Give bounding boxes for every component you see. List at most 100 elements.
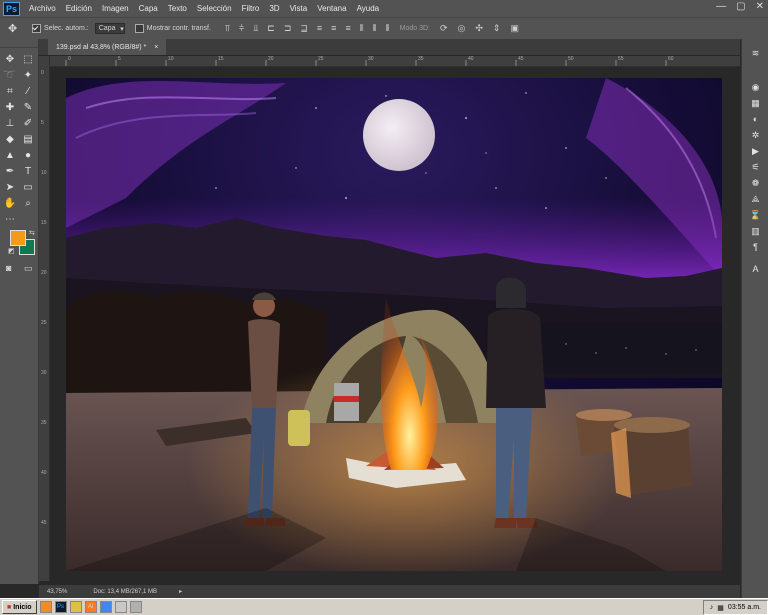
align-left-icon[interactable]: ⊏ [267,23,275,34]
document-tab[interactable]: 139.psd al 43,8% (RGB/8#) * × [48,39,167,55]
distribute-bottom-icon[interactable]: ≡ [345,23,350,34]
auto-select-checkbox[interactable] [32,24,41,33]
align-right-icon[interactable]: ⊒ [300,23,308,34]
color-icon[interactable]: ◉ [742,79,768,95]
ruler-h-label: 20 [268,56,274,62]
zoom-icon[interactable]: ⌕ [19,195,37,211]
gradient-icon[interactable]: ▤ [19,131,37,147]
horizontal-ruler[interactable]: 0 5 10 15 20 25 30 35 40 45 50 55 60 [50,56,740,67]
illustrator-icon[interactable]: Ai [84,601,97,613]
ruler-h-label: 5 [118,56,121,62]
ruler-h-label: 60 [668,56,674,62]
brave-icon[interactable] [39,601,52,613]
menu-seleccion[interactable]: Selección [192,4,237,13]
quick-mask-icon[interactable]: ◙ [6,263,11,273]
menu-edicion[interactable]: Edición [61,4,97,13]
paths-icon[interactable]: ⟁ [742,191,768,207]
channels-icon[interactable]: ❁ [742,175,768,191]
type-icon[interactable]: T [19,163,37,179]
slide-3d-icon[interactable]: ⇕ [493,23,501,34]
menu-ventana[interactable]: Ventana [312,4,351,13]
document-canvas[interactable] [66,78,722,571]
layers-icon[interactable]: ≋ [742,45,768,61]
healing-icon[interactable]: ✚ [1,99,19,115]
align-bottom-icon[interactable]: ⫫ [253,23,258,34]
status-menu-arrow-icon[interactable]: ▸ [179,588,182,595]
paragraph-icon[interactable]: ¶ [742,239,768,255]
align-vcenter-icon[interactable]: ⫩ [239,23,244,34]
ruler-h-label: 15 [218,56,224,62]
lasso-icon[interactable]: ➰ [1,67,19,83]
foreground-color-swatch[interactable] [10,230,26,246]
menu-vista[interactable]: Vista [285,4,313,13]
marquee-icon[interactable]: ⬚ [19,51,37,67]
explorer-icon[interactable] [69,601,82,613]
libraries-icon[interactable]: ▥ [742,223,768,239]
swap-colors-icon[interactable]: ⇆ [29,229,35,237]
pen-icon[interactable]: ✒ [1,163,19,179]
distribute-vcenter-icon[interactable]: ≡ [331,23,336,34]
eraser-icon[interactable]: ◆ [1,131,19,147]
show-transform-checkbox[interactable] [134,24,144,33]
properties-icon[interactable]: ⚟ [742,159,768,175]
styles-icon[interactable]: ✲ [742,127,768,143]
align-top-icon[interactable]: ⫪ [225,23,230,34]
history-icon[interactable]: ⌛ [742,207,768,223]
start-button[interactable]: ■ Inicio [2,600,37,614]
shape-icon[interactable]: ▭ [19,179,37,195]
history-brush-icon[interactable]: ✐ [19,115,37,131]
distribute-hcenter-icon[interactable]: ⦀ [373,23,377,34]
orbit-3d-icon[interactable]: ⟳ [440,23,448,34]
swatches-icon[interactable]: ▦ [742,95,768,111]
dodge-icon[interactable]: ● [19,147,37,163]
brush-icon[interactable]: ✎ [19,99,37,115]
hand-icon[interactable]: ✋ [1,195,19,211]
window-icon[interactable] [114,601,127,613]
minimize-button[interactable]: — [716,1,726,12]
move-tool-icon[interactable]: ✥ [8,23,22,35]
character-icon[interactable]: A [742,261,768,277]
eyedropper-icon[interactable]: ⁄ [19,83,37,99]
ruler-v-label: 15 [41,220,47,226]
speaker-icon[interactable]: ♪ [710,604,714,611]
move-icon[interactable]: ✥ [1,51,19,67]
menu-capa[interactable]: Capa [134,4,163,13]
menu-archivo[interactable]: Archivo [24,4,61,13]
menu-imagen[interactable]: Imagen [97,4,134,13]
chrome-icon[interactable] [99,601,112,613]
path-select-icon[interactable]: ➤ [1,179,19,195]
screen-mode-icon[interactable]: ▭ [24,263,33,274]
close-tab-icon[interactable]: × [154,44,158,51]
photoshop-taskbar-icon[interactable]: Ps [54,601,67,613]
menu-filtro[interactable]: Filtro [237,4,265,13]
window2-icon[interactable] [129,601,142,613]
close-button[interactable]: ✕ [756,1,764,12]
distribute-top-icon[interactable]: ≡ [317,23,322,34]
network-icon[interactable]: ▦ [717,604,724,612]
adjustments-icon[interactable]: ◐ [742,111,768,127]
distribute-right-icon[interactable]: ⦀ [386,23,390,34]
stamp-icon[interactable]: ⊥ [1,115,19,131]
distribute-left-icon[interactable]: ⦀ [360,23,364,34]
crop-icon[interactable]: ⌗ [1,83,19,99]
maximize-button[interactable]: ▢ [736,1,745,12]
default-colors-icon[interactable]: ◩ [8,247,15,255]
actions-icon[interactable]: ▶ [742,143,768,159]
auto-select-label: Selec. autom.: [44,25,89,32]
vertical-ruler[interactable]: 0 5 10 15 20 25 30 35 40 45 [39,56,50,581]
magic-wand-icon[interactable]: ✦ [19,67,37,83]
toolbox-grip[interactable] [0,39,38,48]
clock[interactable]: 03:55 a.m. [728,604,761,611]
menu-texto[interactable]: Texto [163,4,192,13]
zoom-level[interactable]: 43,75% [47,589,67,595]
align-hcenter-icon[interactable]: ⊐ [284,23,292,34]
blur-icon[interactable]: ▲ [1,147,19,163]
auto-select-dropdown[interactable]: Capa ▾ [94,23,125,34]
roll-3d-icon[interactable]: ◎ [458,23,466,34]
menu-ayuda[interactable]: Ayuda [352,4,385,13]
menu-3d[interactable]: 3D [264,4,284,13]
pan-3d-icon[interactable]: ✣ [475,23,483,34]
scale-3d-icon[interactable]: ▣ [510,23,519,34]
more-tools-icon[interactable]: ⋯ [1,211,19,227]
toolbox: ✥ ⬚ ➰ ✦ ⌗ ⁄ ✚ ✎ ⊥ ✐ ◆ ▤ ▲ ● ✒ T ➤ ▭ ✋ ⌕ … [0,39,39,584]
